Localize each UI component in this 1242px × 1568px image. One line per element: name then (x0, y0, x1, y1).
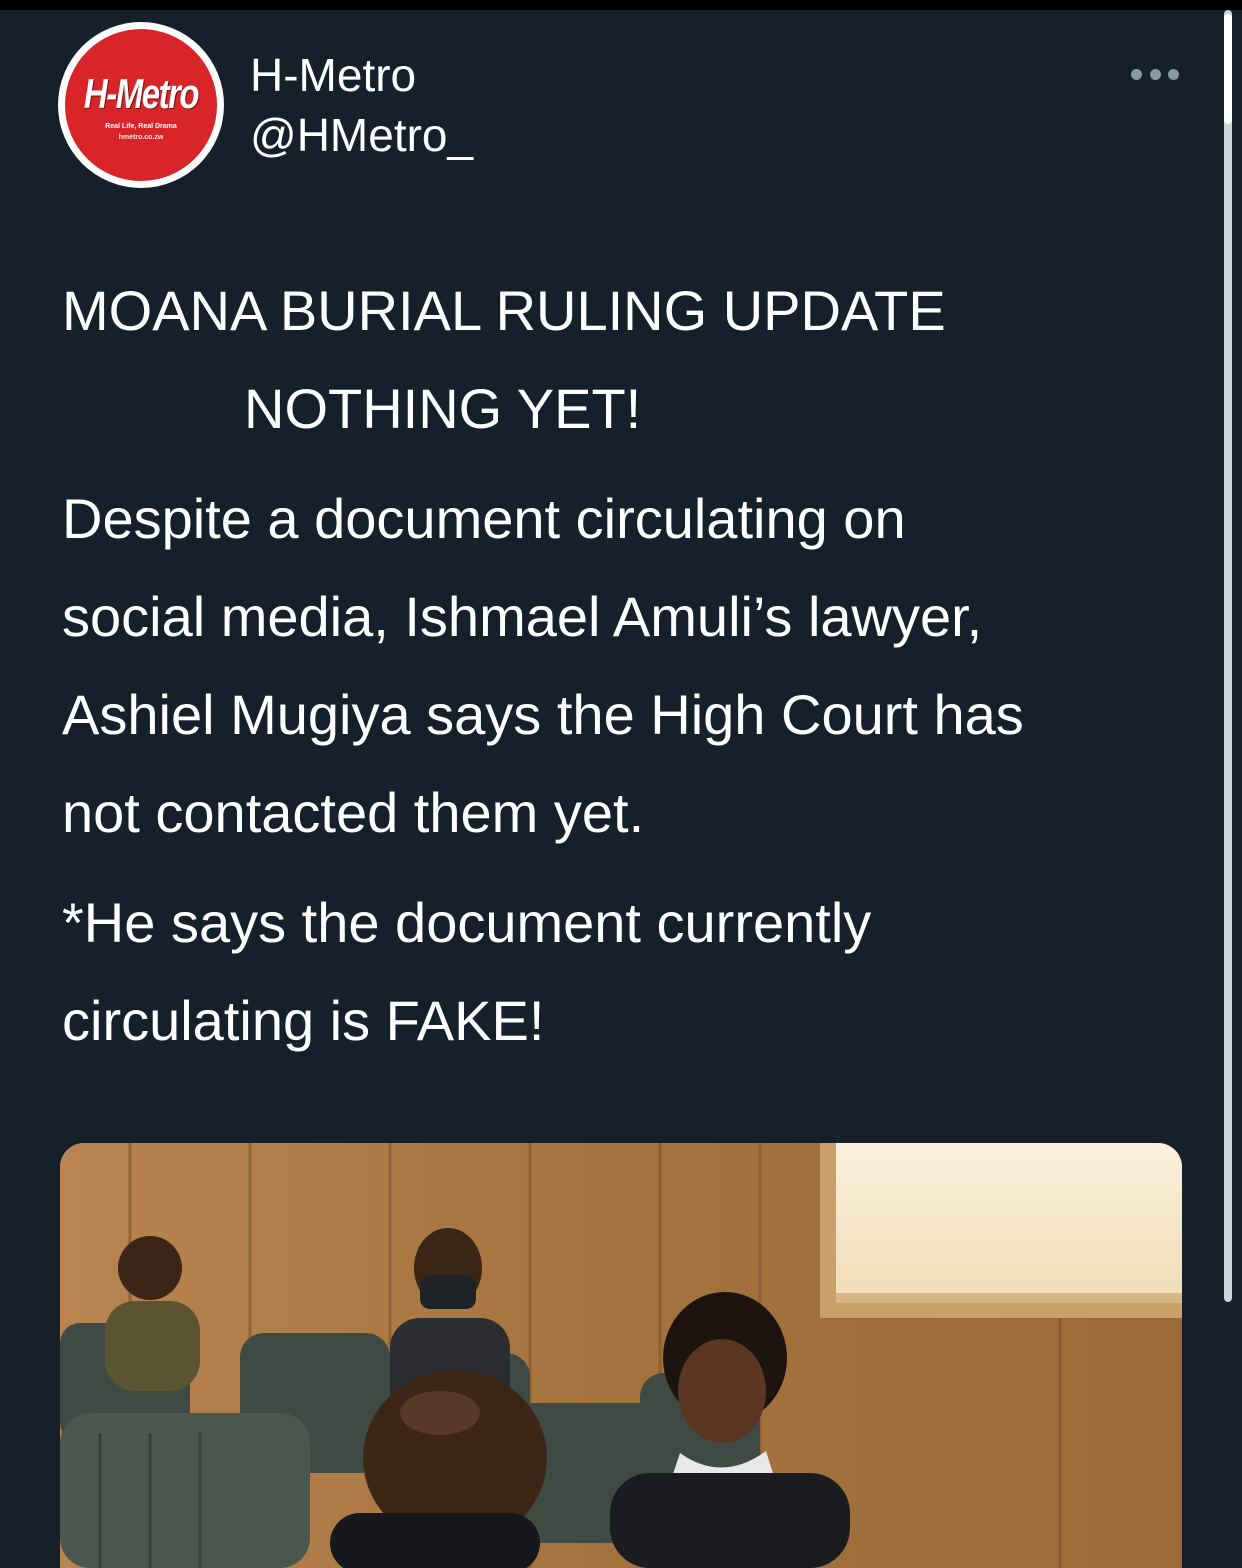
tweet-text: MOANA BURIAL RULING UPDATE NOTHING YET! … (62, 262, 1212, 1070)
tweet-photo[interactable] (60, 1143, 1182, 1568)
more-horizontal-icon[interactable] (1131, 64, 1179, 84)
avatar[interactable]: H-Metro Real Life, Real Drama hmetro.co.… (58, 22, 224, 188)
body-line: Despite a document circulating on (62, 487, 906, 550)
note-line: circulating is FAKE! (62, 989, 545, 1052)
dot (1131, 68, 1142, 80)
logo-url: hmetro.co.zw (118, 134, 164, 141)
tweet-note: *He says the document currently circulat… (62, 874, 1212, 1070)
note-line: *He says the document currently (62, 891, 872, 954)
scrollbar-thumb[interactable] (1224, 14, 1232, 124)
body-line: not contacted them yet. (62, 781, 645, 844)
headline-line-2: NOTHING YET! (244, 377, 642, 440)
scrollbar-track[interactable] (1224, 10, 1232, 1302)
logo-text: H-Metro (83, 70, 200, 117)
top-strip (0, 0, 1242, 10)
courtroom-photo (60, 1143, 1182, 1568)
dot (1168, 68, 1179, 80)
body-line: social media, Ishmael Amuli’s lawyer, (62, 585, 983, 648)
dot (1149, 68, 1161, 80)
headline-line-1: MOANA BURIAL RULING UPDATE (62, 279, 946, 342)
logo-tagline: Real Life, Real Drama (105, 123, 177, 130)
display-name[interactable]: H-Metro (250, 50, 416, 100)
body-line: Ashiel Mugiya says the High Court has (62, 683, 1024, 746)
avatar-logo: H-Metro Real Life, Real Drama hmetro.co.… (65, 29, 217, 181)
tweet-body: Despite a document circulating on social… (62, 470, 1212, 862)
user-handle[interactable]: @HMetro_ (250, 110, 473, 160)
